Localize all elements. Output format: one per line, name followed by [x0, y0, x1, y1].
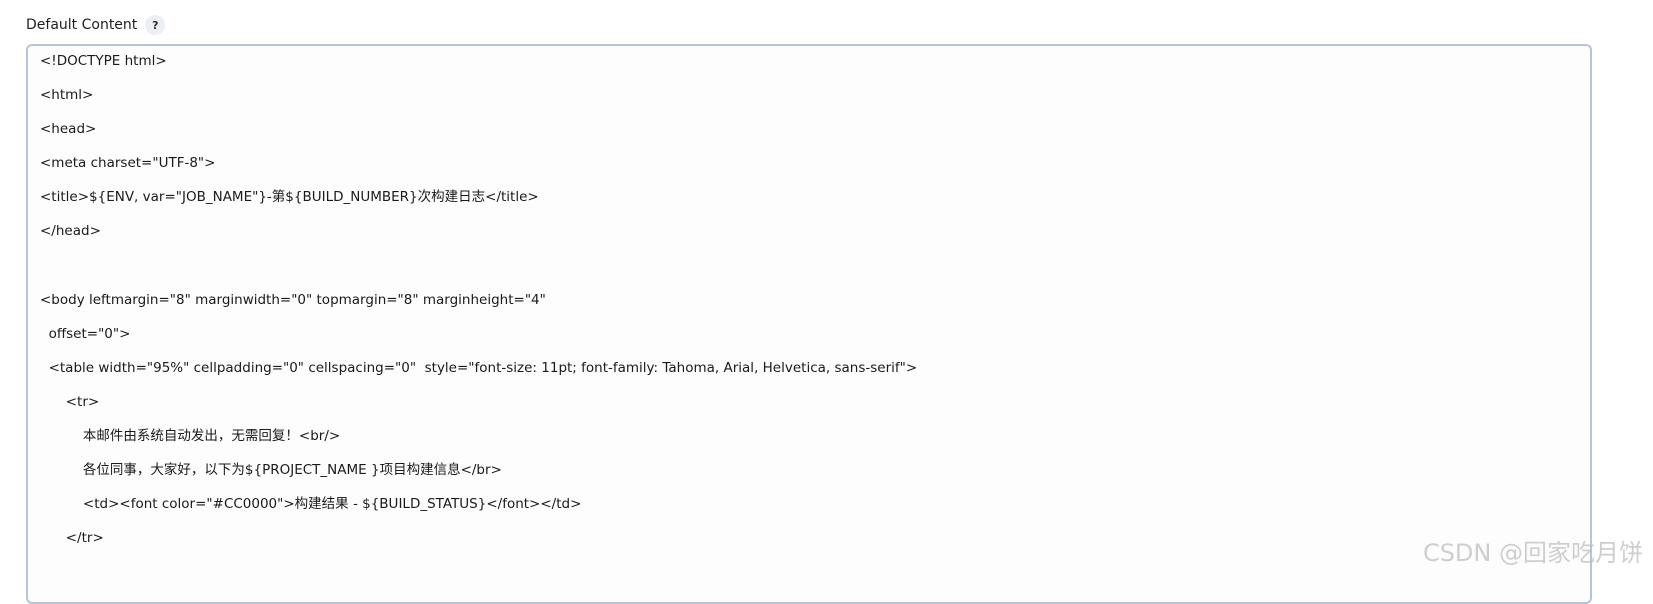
code-line: 本邮件由系统自动发出，无需回复！<br/> [40, 426, 340, 446]
field-label-row: Default Content ? [26, 14, 165, 36]
code-line: 各位同事，大家好，以下为${PROJECT_NAME }项目构建信息</br> [40, 460, 502, 480]
code-line: <meta charset="UTF-8"> [40, 153, 215, 173]
field-label: Default Content [26, 17, 137, 33]
code-line: <!DOCTYPE html> [40, 51, 167, 71]
default-content-textarea[interactable]: <!DOCTYPE html> <html> <head> <meta char… [26, 44, 1592, 604]
watermark: CSDN @回家吃月饼 [1423, 533, 1643, 568]
code-line: <body leftmargin="8" marginwidth="0" top… [40, 290, 546, 310]
code-line: <table width="95%" cellpadding="0" cells… [40, 358, 917, 378]
help-icon[interactable]: ? [145, 15, 165, 35]
code-line: <td><font color="#CC0000">构建结果 - ${BUILD… [40, 494, 581, 514]
code-line: <title>${ENV, var="JOB_NAME"}-第${BUILD_N… [40, 187, 539, 207]
code-line: </head> [40, 221, 101, 241]
code-line: <head> [40, 119, 96, 139]
code-line: </tr> [40, 528, 104, 548]
code-line: <html> [40, 85, 93, 105]
code-line: offset="0"> [40, 324, 130, 344]
code-line: <tr> [40, 392, 99, 412]
